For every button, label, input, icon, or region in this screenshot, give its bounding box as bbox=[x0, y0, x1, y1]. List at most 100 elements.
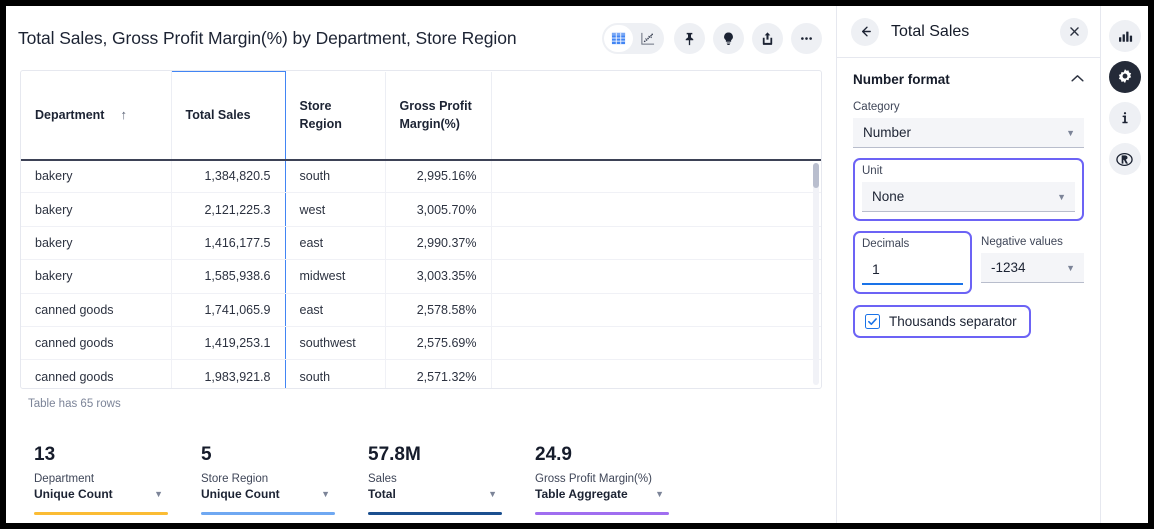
table-body: bakery 1,384,820.5 south 2,995.16% baker… bbox=[21, 160, 821, 390]
column-header-label: Store Region bbox=[300, 99, 342, 131]
cell-blank bbox=[491, 293, 821, 326]
summary-field: Store Region bbox=[201, 473, 344, 485]
thousands-separator-highlight[interactable]: Thousands separator bbox=[853, 305, 1031, 338]
chevron-down-icon[interactable]: ▼ bbox=[1066, 263, 1075, 273]
cell-gross-profit-margin: 2,575.69% bbox=[385, 326, 491, 359]
decimals-negative-row: Decimals 1 Negative values -1234 ▼ bbox=[853, 231, 1084, 294]
scrollbar-thumb[interactable] bbox=[813, 163, 819, 188]
share-icon[interactable] bbox=[752, 23, 783, 54]
cell-total-sales: 1,416,177.5 bbox=[171, 226, 285, 259]
summary-aggregation-label: Unique Count bbox=[201, 487, 280, 501]
summary-value: 24.9 bbox=[535, 443, 678, 467]
summary-aggregation-select[interactable]: Unique Count ▼ bbox=[34, 487, 177, 501]
cell-department: bakery bbox=[21, 193, 171, 226]
section-title: Number format bbox=[853, 72, 950, 87]
table-row[interactable]: bakery 2,121,225.3 west 3,005.70% bbox=[21, 193, 821, 226]
chevron-down-icon[interactable]: ▼ bbox=[154, 489, 163, 499]
table-view-icon[interactable] bbox=[604, 25, 633, 52]
summary-field: Gross Profit Margin(%) bbox=[535, 473, 678, 485]
cell-department: bakery bbox=[21, 226, 171, 259]
table-row[interactable]: canned goods 1,983,921.8 south 2,571.32% bbox=[21, 360, 821, 389]
cell-store-region: east bbox=[285, 293, 385, 326]
summary-value: 13 bbox=[34, 443, 177, 467]
negative-values-select[interactable]: -1234 ▼ bbox=[981, 253, 1084, 283]
summary-card-store-region: 5 Store Region Unique Count ▼ bbox=[201, 443, 368, 515]
column-header-gross-profit-margin[interactable]: Gross Profit Margin(%) bbox=[385, 72, 491, 160]
summary-aggregation-select[interactable]: Unique Count ▼ bbox=[201, 487, 344, 501]
cell-gross-profit-margin: 3,005.70% bbox=[385, 193, 491, 226]
summary-accent-bar bbox=[368, 512, 502, 516]
sort-ascending-icon[interactable]: ↑ bbox=[120, 106, 127, 125]
column-header-label: Department bbox=[35, 106, 104, 124]
table-row[interactable]: bakery 1,384,820.5 south 2,995.16% bbox=[21, 160, 821, 193]
unit-value: None bbox=[872, 189, 904, 204]
chevron-down-icon[interactable]: ▼ bbox=[321, 489, 330, 499]
summary-field: Department bbox=[34, 473, 177, 485]
cell-store-region: south bbox=[285, 360, 385, 389]
unit-select[interactable]: None ▼ bbox=[862, 182, 1075, 212]
thousands-separator-label: Thousands separator bbox=[889, 314, 1017, 329]
scatter-chart-icon[interactable] bbox=[633, 25, 662, 52]
chevron-down-icon[interactable]: ▼ bbox=[655, 489, 664, 499]
cell-blank bbox=[491, 160, 821, 193]
cell-gross-profit-margin: 2,578.58% bbox=[385, 293, 491, 326]
cell-gross-profit-margin: 2,571.32% bbox=[385, 360, 491, 389]
pin-icon[interactable] bbox=[674, 23, 705, 54]
column-header-store-region[interactable]: Store Region bbox=[285, 72, 385, 160]
cell-blank bbox=[491, 260, 821, 293]
more-options-icon[interactable] bbox=[791, 23, 822, 54]
summary-aggregation-label: Table Aggregate bbox=[535, 487, 628, 501]
format-panel: Total Sales Number format Category Numbe… bbox=[836, 6, 1100, 523]
bar-chart-icon[interactable] bbox=[1109, 20, 1141, 52]
summary-aggregation-select[interactable]: Table Aggregate ▼ bbox=[535, 487, 678, 501]
chevron-down-icon[interactable]: ▼ bbox=[1066, 128, 1075, 138]
category-select[interactable]: Number ▼ bbox=[853, 118, 1084, 148]
category-value: Number bbox=[863, 125, 911, 140]
summary-value: 5 bbox=[201, 443, 344, 467]
info-icon[interactable] bbox=[1109, 102, 1141, 134]
negative-values-value: -1234 bbox=[991, 260, 1026, 275]
summary-card-sales: 57.8M Sales Total ▼ bbox=[368, 443, 535, 515]
page-title: Total Sales, Gross Profit Margin(%) by D… bbox=[18, 28, 602, 49]
title-bar: Total Sales, Gross Profit Margin(%) by D… bbox=[6, 6, 836, 70]
data-table: Department ↑ Total Sales Store Region Gr… bbox=[20, 70, 822, 389]
number-format-section-header[interactable]: Number format bbox=[853, 72, 1084, 87]
cell-store-region: midwest bbox=[285, 260, 385, 293]
cell-blank bbox=[491, 326, 821, 359]
summary-aggregation-select[interactable]: Total ▼ bbox=[368, 487, 511, 501]
chevron-up-icon[interactable] bbox=[1071, 74, 1084, 86]
table-row[interactable]: canned goods 1,419,253.1 southwest 2,575… bbox=[21, 326, 821, 359]
cell-department: canned goods bbox=[21, 293, 171, 326]
main-content: Total Sales, Gross Profit Margin(%) by D… bbox=[6, 6, 836, 523]
lightbulb-icon[interactable] bbox=[713, 23, 744, 54]
table-vertical-scrollbar[interactable] bbox=[813, 163, 819, 385]
chevron-down-icon[interactable]: ▼ bbox=[488, 489, 497, 499]
column-header-total-sales[interactable]: Total Sales bbox=[171, 72, 285, 160]
thousands-separator-checkbox[interactable] bbox=[865, 314, 880, 329]
column-header-department[interactable]: Department ↑ bbox=[21, 72, 171, 160]
table-row[interactable]: canned goods 1,741,065.9 east 2,578.58% bbox=[21, 293, 821, 326]
negative-values-label: Negative values bbox=[981, 236, 1084, 248]
summary-field: Sales bbox=[368, 473, 511, 485]
cell-department: canned goods bbox=[21, 326, 171, 359]
decimals-input[interactable]: 1 bbox=[862, 255, 963, 285]
table-row[interactable]: bakery 1,585,938.6 midwest 3,003.35% bbox=[21, 260, 821, 293]
panel-header: Total Sales bbox=[837, 6, 1100, 58]
back-arrow-icon[interactable] bbox=[851, 18, 879, 46]
app-window: Total Sales, Gross Profit Margin(%) by D… bbox=[6, 6, 1148, 523]
cell-total-sales: 1,741,065.9 bbox=[171, 293, 285, 326]
category-field: Category Number ▼ bbox=[853, 101, 1084, 148]
table-row[interactable]: bakery 1,416,177.5 east 2,990.37% bbox=[21, 226, 821, 259]
table-header-row: Department ↑ Total Sales Store Region Gr… bbox=[21, 72, 821, 160]
chevron-down-icon[interactable]: ▼ bbox=[1057, 192, 1066, 202]
r-logo-icon[interactable] bbox=[1109, 143, 1141, 175]
unit-field-highlight: Unit None ▼ bbox=[853, 158, 1084, 221]
cell-blank bbox=[491, 226, 821, 259]
view-toggle-group bbox=[602, 23, 664, 54]
cell-store-region: west bbox=[285, 193, 385, 226]
cell-total-sales: 1,585,938.6 bbox=[171, 260, 285, 293]
close-icon[interactable] bbox=[1060, 18, 1088, 46]
gear-icon[interactable] bbox=[1109, 61, 1141, 93]
cell-department: bakery bbox=[21, 160, 171, 193]
cell-total-sales: 1,419,253.1 bbox=[171, 326, 285, 359]
